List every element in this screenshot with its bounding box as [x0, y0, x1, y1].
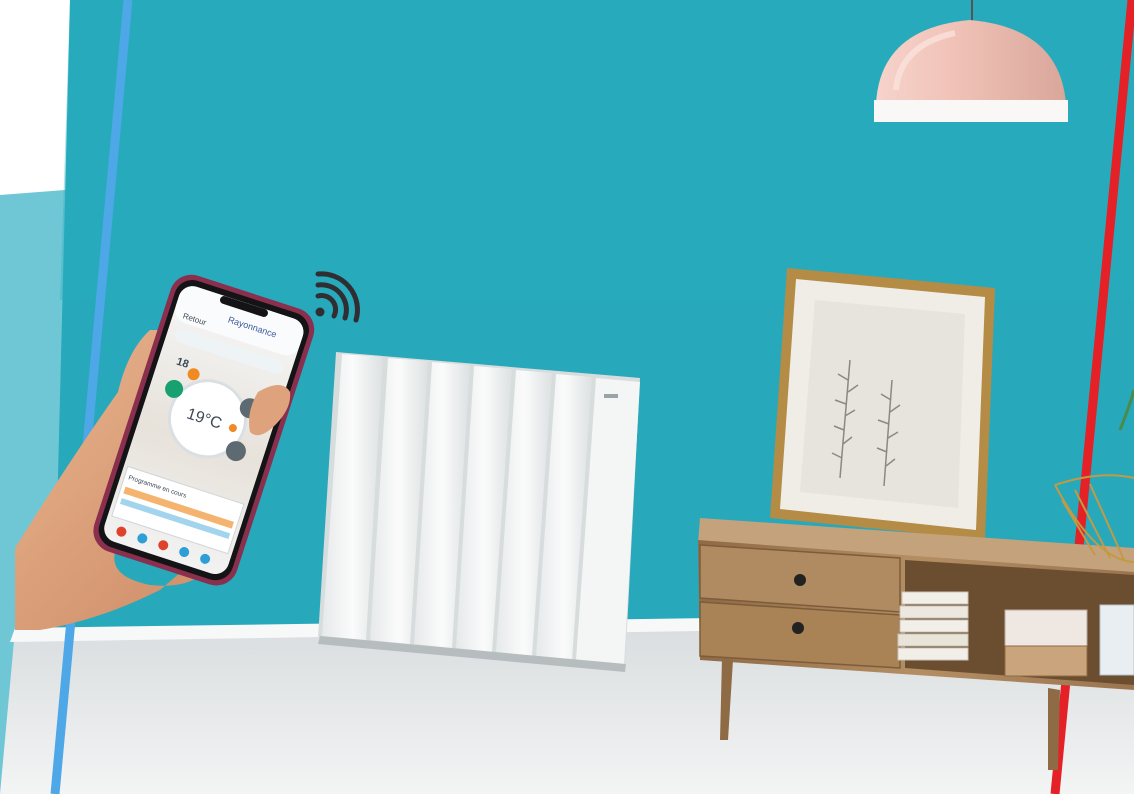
radiator-display	[604, 394, 618, 398]
product-scene: Retour Rayonnance 18 19°C Programme en c…	[0, 0, 1134, 794]
radiator	[318, 352, 640, 672]
framed-picture	[770, 268, 995, 540]
